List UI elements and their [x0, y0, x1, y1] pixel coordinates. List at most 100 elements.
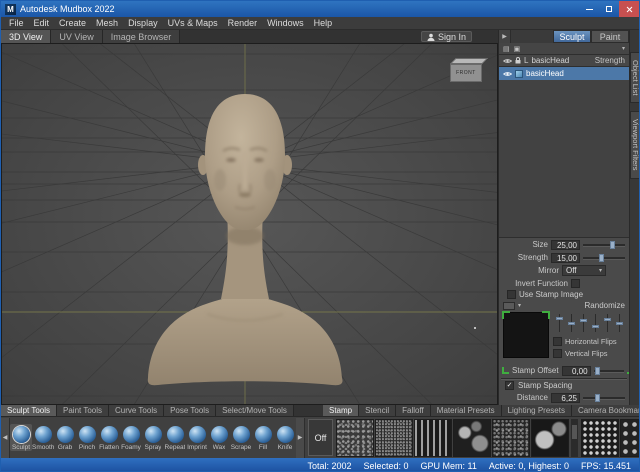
panel-collapse-button[interactable]: ▶: [499, 30, 511, 43]
menu-item[interactable]: Render: [223, 18, 263, 28]
sculpt-tool-button[interactable]: Grab: [54, 424, 76, 451]
stamp-thumbnail[interactable]: [581, 419, 619, 457]
menu-item[interactable]: Display: [123, 18, 163, 28]
preset-tab[interactable]: Falloff: [396, 405, 431, 416]
stamp-offset-slider[interactable]: [594, 366, 624, 376]
preset-tab[interactable]: Lighting Presets: [502, 405, 572, 416]
sculpt-tool-button[interactable]: Repeat: [164, 424, 186, 451]
tool-tab[interactable]: Curve Tools: [109, 405, 164, 416]
menu-item[interactable]: Edit: [29, 18, 55, 28]
strength-slider-handle[interactable]: [599, 254, 604, 262]
3d-viewport[interactable]: FRONT: [1, 43, 498, 405]
stamp-off-button[interactable]: Off: [308, 419, 333, 456]
tray-scrollbar[interactable]: [571, 419, 578, 457]
sculpt-tool-button[interactable]: Imprint: [186, 424, 208, 451]
stamp-thumbnails: [336, 419, 569, 457]
invert-function-checkbox[interactable]: [571, 279, 580, 288]
sculpt-tool-button[interactable]: Knife: [274, 424, 296, 451]
distance-slider[interactable]: [583, 393, 625, 403]
stamp-offset-field[interactable]: 0,00: [562, 366, 591, 376]
sculpt-tool-button[interactable]: Pinch: [76, 424, 98, 451]
tab-image-browser[interactable]: Image Browser: [103, 30, 181, 43]
stamp-corner-marker: [542, 311, 550, 319]
randomize-slider[interactable]: [568, 314, 575, 332]
randomize-slider[interactable]: [604, 314, 611, 332]
stamp-thumbnail[interactable]: [492, 419, 530, 457]
stamp-spacing-checkbox[interactable]: ✓: [505, 381, 514, 390]
tab-uv-view[interactable]: UV View: [51, 30, 102, 43]
stamp-preview[interactable]: [503, 312, 549, 358]
distance-field[interactable]: 6,25: [551, 393, 580, 403]
layer-row-basichead[interactable]: basicHead: [499, 67, 629, 80]
menu-item[interactable]: Windows: [262, 18, 309, 28]
preset-tab[interactable]: Stencil: [359, 405, 396, 416]
strength-field[interactable]: 15,00: [551, 253, 580, 263]
preset-tab[interactable]: Material Presets: [431, 405, 502, 416]
layer-list-empty-area[interactable]: [499, 80, 629, 238]
preset-tab[interactable]: Camera Bookmarks: [572, 405, 640, 416]
tab-object-list[interactable]: Object List: [630, 52, 640, 103]
sculpt-tool-button[interactable]: Flatten: [98, 424, 120, 451]
distance-label: Distance: [503, 393, 548, 402]
randomize-slider[interactable]: [556, 314, 563, 332]
stamp-thumbnail[interactable]: [375, 419, 413, 457]
tab-3d-view[interactable]: 3D View: [1, 30, 51, 43]
size-field[interactable]: 25,00: [551, 240, 580, 250]
menu-item[interactable]: Mesh: [91, 18, 123, 28]
stamp-image-thumb[interactable]: [503, 302, 515, 310]
stamp-thumbnail[interactable]: [414, 419, 452, 457]
scroll-right-button[interactable]: ▶: [296, 418, 305, 458]
tool-tab[interactable]: Sculpt Tools: [1, 405, 57, 416]
close-icon: [626, 6, 633, 13]
sculpt-tool-button[interactable]: Sculpt: [10, 424, 32, 451]
randomize-slider[interactable]: [580, 314, 587, 332]
view-cube-gizmo[interactable]: FRONT: [450, 58, 482, 82]
layer-group-icon[interactable]: ▣: [514, 45, 521, 53]
sculpt-tool-button[interactable]: Foamy: [120, 424, 142, 451]
tool-tab[interactable]: Pose Tools: [164, 405, 216, 416]
menu-item[interactable]: Help: [309, 18, 338, 28]
stamp-thumbnail[interactable]: [453, 419, 491, 457]
tab-paint[interactable]: Paint: [591, 30, 629, 43]
menu-item[interactable]: UVs & Maps: [163, 18, 223, 28]
vertical-flips-checkbox[interactable]: [553, 349, 562, 358]
sculpt-tool-button[interactable]: Fill: [252, 424, 274, 451]
distance-slider-handle[interactable]: [595, 394, 600, 402]
stamp-thumbnail[interactable]: [336, 419, 374, 457]
sculpt-tool-button[interactable]: Scrape: [230, 424, 252, 451]
preset-tab[interactable]: Stamp: [323, 405, 359, 416]
stamp-picker-caret-icon[interactable]: ▾: [518, 302, 521, 309]
layer-menu-icon[interactable]: ▾: [622, 45, 625, 52]
use-stamp-image-checkbox[interactable]: [507, 290, 516, 299]
maximize-button[interactable]: [599, 1, 619, 17]
new-layer-icon[interactable]: ▤: [503, 45, 510, 53]
tool-tab[interactable]: Select/Move Tools: [216, 405, 294, 416]
horizontal-flips-checkbox[interactable]: [553, 337, 562, 346]
minimize-button[interactable]: [579, 1, 599, 17]
tab-sculpt[interactable]: Sculpt: [553, 30, 591, 43]
size-slider[interactable]: [583, 240, 625, 250]
menu-item[interactable]: File: [4, 18, 29, 28]
sculpt-tool-button[interactable]: Spray: [142, 424, 164, 451]
sign-in-button[interactable]: Sign In: [421, 31, 472, 42]
chevron-down-icon: ▾: [599, 267, 602, 274]
randomize-slider[interactable]: [592, 314, 599, 332]
visibility-icon[interactable]: [503, 71, 512, 77]
invert-function-label: Invert Function: [503, 279, 568, 288]
title-bar[interactable]: M Autodesk Mudbox 2022: [1, 1, 639, 17]
stamp-thumbnail[interactable]: [531, 419, 569, 457]
sculpt-tool-button[interactable]: Wax: [208, 424, 230, 451]
tool-tab[interactable]: Paint Tools: [57, 405, 109, 416]
stamp-offset-slider-handle[interactable]: [595, 367, 600, 375]
tab-viewport-filters[interactable]: Viewport Filters: [630, 111, 640, 179]
size-slider-handle[interactable]: [610, 241, 615, 249]
mirror-dropdown[interactable]: Off ▾: [562, 265, 606, 276]
stamp-thumbnail[interactable]: [620, 419, 639, 457]
close-button[interactable]: [619, 1, 639, 17]
menu-item[interactable]: Create: [54, 18, 91, 28]
scroll-left-button[interactable]: ◀: [1, 418, 10, 458]
preset-tab-group: Stamp Stencil Falloff Material Presets L…: [323, 405, 640, 416]
strength-slider[interactable]: [583, 253, 625, 263]
randomize-slider[interactable]: [616, 314, 623, 332]
sculpt-tool-button[interactable]: Smooth: [32, 424, 54, 451]
